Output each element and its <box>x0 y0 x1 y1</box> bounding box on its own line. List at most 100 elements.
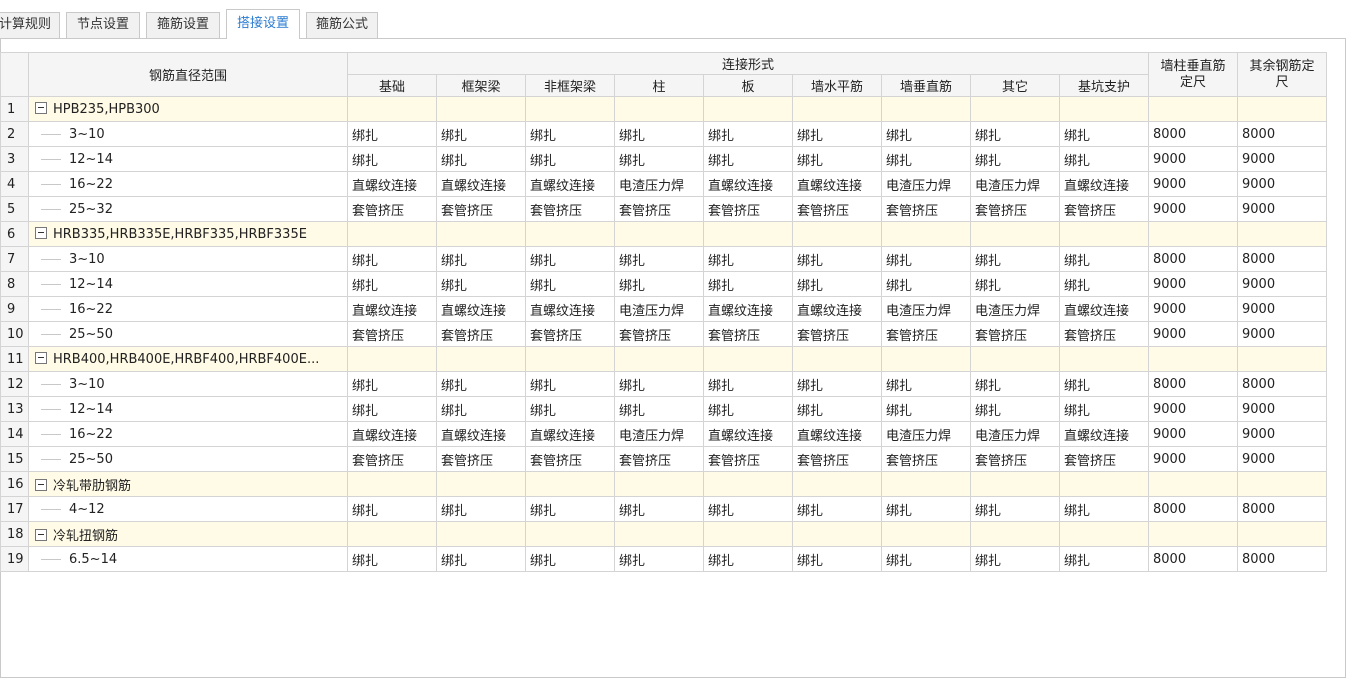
connection-type-cell[interactable]: 直螺纹连接 <box>703 296 793 322</box>
row-number[interactable]: 5 <box>0 196 29 222</box>
wall-column-vertical-length-cell[interactable]: 9000 <box>1148 321 1238 347</box>
connection-type-cell[interactable]: 绑扎 <box>525 246 615 272</box>
row-number[interactable]: 3 <box>0 146 29 172</box>
diameter-range-cell[interactable]: 16~22 <box>28 421 348 447</box>
other-rebar-length-cell[interactable]: 9000 <box>1237 421 1327 447</box>
connection-type-cell[interactable]: 绑扎 <box>1059 246 1149 272</box>
connection-type-cell[interactable]: 绑扎 <box>792 121 882 147</box>
connection-type-cell[interactable]: 套管挤压 <box>347 321 437 347</box>
rebar-group-row[interactable]: 16 冷轧带肋钢筋 <box>0 471 1327 497</box>
connection-type-cell[interactable]: 绑扎 <box>703 371 793 397</box>
connection-type-cell[interactable]: 直螺纹连接 <box>792 421 882 447</box>
connection-type-cell[interactable] <box>614 221 704 247</box>
connection-type-cell[interactable]: 绑扎 <box>1059 546 1149 572</box>
connection-type-cell[interactable]: 绑扎 <box>970 121 1060 147</box>
row-number[interactable]: 13 <box>0 396 29 422</box>
connection-type-cell[interactable]: 绑扎 <box>525 496 615 522</box>
table-row[interactable]: 9 16~22 直螺纹连接 直螺纹连接 直螺纹连接 电渣压力焊 直螺纹连接 直螺纹连接 电渣压力… <box>0 296 1327 322</box>
connection-type-cell[interactable]: 绑扎 <box>347 371 437 397</box>
other-rebar-length-cell[interactable]: 8000 <box>1237 371 1327 397</box>
rebar-grade-cell[interactable]: HRB400,HRB400E,HRBF400,HRBF400E... <box>28 346 348 372</box>
table-row[interactable]: 4 16~22 直螺纹连接 直螺纹连接 直螺纹连接 电渣压力焊 直螺纹连接 直螺纹连接 电渣压力… <box>0 171 1327 197</box>
connection-type-cell[interactable]: 绑扎 <box>1059 371 1149 397</box>
range-column-header[interactable]: 钢筋直径范围 <box>28 52 348 97</box>
connection-type-cell[interactable] <box>1059 521 1149 547</box>
connection-type-cell[interactable]: 套管挤压 <box>881 196 971 222</box>
connection-type-cell[interactable] <box>525 96 615 122</box>
connection-type-cell[interactable] <box>436 521 526 547</box>
row-number[interactable]: 11 <box>0 346 29 372</box>
column-header[interactable]: 板 <box>703 74 793 97</box>
connection-type-cell[interactable] <box>703 521 793 547</box>
wall-column-vertical-length-cell[interactable] <box>1148 521 1238 547</box>
rebar-group-row[interactable]: 1 HPB235,HPB300 <box>0 96 1327 122</box>
diameter-range-cell[interactable]: 25~50 <box>28 321 348 347</box>
connection-type-cell[interactable]: 电渣压力焊 <box>614 171 704 197</box>
connection-type-cell[interactable] <box>525 346 615 372</box>
connection-type-cell[interactable] <box>1059 96 1149 122</box>
connection-type-cell[interactable]: 绑扎 <box>436 121 526 147</box>
connection-type-cell[interactable]: 绑扎 <box>436 371 526 397</box>
connection-type-cell[interactable]: 绑扎 <box>792 396 882 422</box>
wall-column-vertical-length-cell[interactable]: 9000 <box>1148 171 1238 197</box>
row-number[interactable]: 16 <box>0 471 29 497</box>
tab-calc-rules[interactable]: 计算规则 <box>0 12 60 38</box>
collapse-icon[interactable] <box>35 227 47 239</box>
connection-type-cell[interactable]: 绑扎 <box>970 546 1060 572</box>
connection-type-cell[interactable] <box>436 346 526 372</box>
column-header[interactable]: 其它 <box>970 74 1060 97</box>
rebar-group-row[interactable]: 11 HRB400,HRB400E,HRBF400,HRBF400E... <box>0 346 1327 372</box>
connection-type-cell[interactable]: 绑扎 <box>347 271 437 297</box>
row-number[interactable]: 9 <box>0 296 29 322</box>
diameter-range-cell[interactable]: 12~14 <box>28 146 348 172</box>
tab-stirrup-settings[interactable]: 箍筋设置 <box>146 12 220 38</box>
collapse-icon[interactable] <box>35 352 47 364</box>
connection-type-cell[interactable]: 绑扎 <box>703 271 793 297</box>
connection-type-cell[interactable]: 套管挤压 <box>792 446 882 472</box>
connection-type-cell[interactable]: 套管挤压 <box>347 196 437 222</box>
connection-type-cell[interactable]: 绑扎 <box>703 396 793 422</box>
connection-type-cell[interactable]: 套管挤压 <box>1059 321 1149 347</box>
connection-type-cell[interactable] <box>1059 471 1149 497</box>
diameter-range-cell[interactable]: 25~32 <box>28 196 348 222</box>
other-rebar-length-cell[interactable]: 9000 <box>1237 396 1327 422</box>
diameter-range-cell[interactable]: 25~50 <box>28 446 348 472</box>
connection-type-cell[interactable] <box>970 471 1060 497</box>
wall-column-vertical-length-cell[interactable]: 8000 <box>1148 246 1238 272</box>
connection-type-cell[interactable]: 绑扎 <box>1059 146 1149 172</box>
wall-column-vertical-length-cell[interactable]: 9000 <box>1148 271 1238 297</box>
tab-lap-settings[interactable]: 搭接设置 <box>226 9 300 39</box>
row-number[interactable]: 17 <box>0 496 29 522</box>
connection-type-cell[interactable]: 绑扎 <box>347 396 437 422</box>
connection-type-cell[interactable]: 套管挤压 <box>525 321 615 347</box>
connection-type-cell[interactable]: 套管挤压 <box>970 446 1060 472</box>
other-rebar-length-cell[interactable] <box>1237 471 1327 497</box>
connection-type-cell[interactable] <box>347 96 437 122</box>
other-rebar-length-header[interactable]: 其余钢筋定 尺 <box>1237 52 1327 97</box>
connection-type-cell[interactable]: 套管挤压 <box>614 321 704 347</box>
connection-type-cell[interactable]: 绑扎 <box>525 146 615 172</box>
connection-type-cell[interactable]: 套管挤压 <box>792 196 882 222</box>
row-number[interactable]: 10 <box>0 321 29 347</box>
connection-type-cell[interactable]: 直螺纹连接 <box>525 421 615 447</box>
connection-type-cell[interactable]: 套管挤压 <box>614 446 704 472</box>
row-number[interactable]: 4 <box>0 171 29 197</box>
other-rebar-length-cell[interactable]: 9000 <box>1237 171 1327 197</box>
connection-type-cell[interactable]: 绑扎 <box>970 271 1060 297</box>
connection-type-cell[interactable] <box>614 471 704 497</box>
connection-type-cell[interactable]: 绑扎 <box>881 121 971 147</box>
other-rebar-length-cell[interactable]: 9000 <box>1237 446 1327 472</box>
wall-column-vertical-length-cell[interactable] <box>1148 346 1238 372</box>
connection-type-cell[interactable]: 直螺纹连接 <box>703 171 793 197</box>
connection-type-cell[interactable]: 绑扎 <box>881 371 971 397</box>
connection-type-cell[interactable]: 绑扎 <box>436 546 526 572</box>
collapse-icon[interactable] <box>35 102 47 114</box>
column-header[interactable]: 框架梁 <box>436 74 526 97</box>
connection-type-cell[interactable]: 绑扎 <box>970 371 1060 397</box>
connection-type-cell[interactable] <box>436 96 526 122</box>
connection-type-cell[interactable]: 绑扎 <box>525 371 615 397</box>
connection-type-cell[interactable]: 绑扎 <box>347 246 437 272</box>
connection-type-cell[interactable]: 绑扎 <box>881 271 971 297</box>
connection-type-cell[interactable]: 绑扎 <box>1059 271 1149 297</box>
connection-type-cell[interactable]: 直螺纹连接 <box>525 296 615 322</box>
